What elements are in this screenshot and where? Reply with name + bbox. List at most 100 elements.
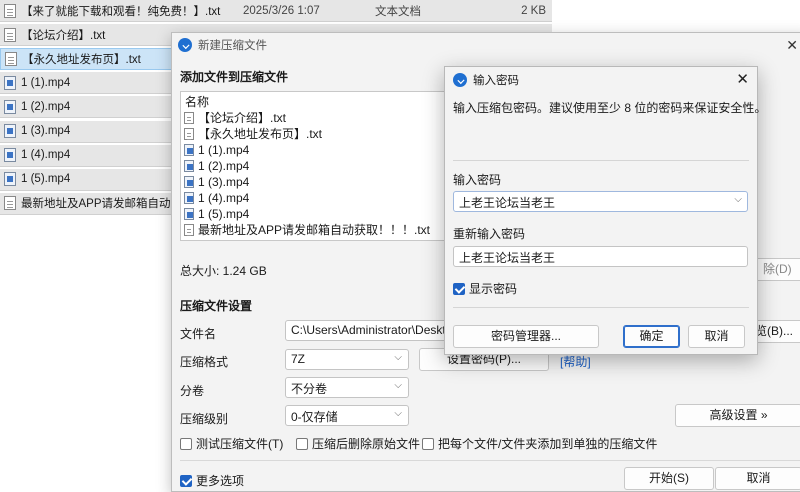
password-cancel-button[interactable]: 取消 [688,325,745,348]
mp4-file-icon [4,172,16,187]
chevron-down-icon: ⌵ [394,408,402,419]
divider [180,460,800,461]
file-name: 1 (3).mp4 [21,125,71,137]
split-select[interactable]: 不分卷 ⌵ [285,377,409,398]
list-item[interactable]: 1 (1).mp4 [184,142,441,158]
separate-archives-label: 把每个文件/文件夹添加到单独的压缩文件 [438,437,658,451]
chevron-down-icon[interactable]: ⌵ [734,194,742,205]
advanced-settings-button[interactable]: 高级设置 » [675,404,800,427]
mp4-file-icon [184,160,194,172]
password-description: 输入压缩包密码。建议使用至少 8 位的密码来保证安全性。 [453,101,767,115]
password-dialog-titlebar: 输入密码 [445,67,757,93]
file-size: 2 KB [521,4,546,17]
level-select[interactable]: 0-仅存储 ⌵ [285,405,409,426]
list-item[interactable]: 1 (2).mp4 [184,158,441,174]
file-name: 【论坛介绍】.txt [21,29,106,42]
password-input[interactable]: 上老王论坛当老王 ⌵ [453,191,748,212]
password-value: 上老王论坛当老王 [459,196,556,210]
delete-after-label: 压缩后删除原始文件 [312,437,421,451]
list-item-name: 【论坛介绍】.txt [198,111,287,125]
list-header-name[interactable]: 名称 [184,95,441,110]
close-icon[interactable]: ✕ [786,37,798,54]
checkbox-icon [453,282,465,295]
divider [453,160,749,161]
app-logo-icon [453,73,467,87]
txt-file-icon [184,112,194,124]
settings-title: 压缩文件设置 [180,299,253,313]
txt-file-icon [184,128,194,140]
separate-archives-checkbox[interactable]: 把每个文件/文件夹添加到单独的压缩文件 [422,435,657,452]
confirm-password-label: 重新输入密码 [453,227,526,241]
chevron-down-icon: ⌵ [394,352,402,363]
add-files-title: 添加文件到压缩文件 [180,70,289,84]
list-item-name: 最新地址及APP请发邮箱自动获取！！！.txt [198,223,431,237]
help-link[interactable]: [帮助] [560,353,591,370]
password-label: 输入密码 [453,173,502,187]
split-label: 分卷 [180,384,205,398]
mp4-file-icon [4,99,16,114]
list-item-name: 1 (1).mp4 [198,143,250,157]
mp4-file-icon [184,144,194,156]
mp4-file-icon [4,75,16,90]
filename-label: 文件名 [180,327,217,341]
show-password-label: 显示密码 [469,282,518,296]
list-item-name: 1 (4).mp4 [198,191,250,205]
list-item[interactable]: 【论坛介绍】.txt [184,110,441,126]
password-manager-button[interactable]: 密码管理器... [453,325,599,348]
filename-input[interactable]: C:\Users\Administrator\Desktop [285,320,455,341]
file-date: 2025/3/26 1:07 [243,4,320,17]
list-item-name: 1 (2).mp4 [198,159,250,173]
split-value: 不分卷 [291,382,328,396]
file-name: 【来了就能下载和观看！纯免费！】.txt [21,5,221,18]
total-size: 总大小: 1.24 GB [180,264,267,278]
file-list-box[interactable]: 名称 【论坛介绍】.txt 【永久地址发布页】.txt 1 (1).mp4 1 (2)… [180,91,445,241]
list-item-name: 1 (3).mp4 [198,175,250,189]
txt-file-icon [4,196,16,211]
remove-button[interactable]: 除(D) [752,258,800,281]
show-password-checkbox[interactable]: 显示密码 [453,280,517,297]
file-name: 1 (1).mp4 [21,76,71,89]
password-dialog: 输入密码 ✕ 输入压缩包密码。建议使用至少 8 位的密码来保证安全性。 输入密码… [444,66,766,355]
close-icon[interactable]: ✕ [736,70,749,88]
password-dialog-title: 输入密码 [473,75,519,87]
file-name: 1 (4).mp4 [21,149,71,162]
list-item-name: 1 (5).mp4 [198,207,250,221]
checkbox-icon [422,437,434,450]
list-item[interactable]: 最新地址及APP请发邮箱自动获取！！！.txt [184,222,441,238]
divider [453,307,749,308]
txt-file-icon [4,27,16,42]
delete-after-checkbox[interactable]: 压缩后删除原始文件 [296,435,420,452]
txt-file-icon [4,3,16,18]
file-name: 【永久地址发布页】.txt [22,54,141,67]
format-value: 7Z [291,352,306,366]
checkbox-icon [180,437,192,450]
checkbox-icon [296,437,308,450]
format-select[interactable]: 7Z ⌵ [285,349,409,370]
confirm-password-input[interactable]: 上老王论坛当老王 [453,246,748,267]
list-item[interactable]: 1 (4).mp4 [184,190,441,206]
main-dialog-title: 新建压缩文件 [198,40,267,52]
chevron-down-icon: ⌵ [394,380,402,391]
txt-file-icon [5,52,17,67]
file-name: 1 (2).mp4 [21,100,71,113]
checkbox-icon [180,474,192,487]
file-type: 文本文档 [375,5,421,18]
test-archive-checkbox[interactable]: 测试压缩文件(T) [180,435,283,452]
mp4-file-icon [184,176,194,188]
more-options-label: 更多选项 [196,474,245,488]
file-row[interactable]: 【来了就能下载和观看！纯免费！】.txt 2025/3/26 1:07 文本文档 2 … [0,0,552,22]
list-item-name: 【永久地址发布页】.txt [198,127,323,141]
ok-button[interactable]: 确定 [623,325,680,348]
app-logo-icon [178,38,192,52]
list-item[interactable]: 【永久地址发布页】.txt [184,126,441,142]
browse-button[interactable]: 览(B)... [752,320,800,343]
main-dialog-titlebar: 新建压缩文件 [172,33,800,57]
level-label: 压缩级别 [180,412,229,426]
test-archive-label: 测试压缩文件(T) [196,437,284,451]
list-item[interactable]: 1 (5).mp4 [184,206,441,222]
mp4-file-icon [184,208,194,220]
more-options-checkbox[interactable]: 更多选项 [180,472,244,489]
level-value: 0-仅存储 [291,410,338,424]
format-label: 压缩格式 [180,355,229,369]
list-item[interactable]: 1 (3).mp4 [184,174,441,190]
